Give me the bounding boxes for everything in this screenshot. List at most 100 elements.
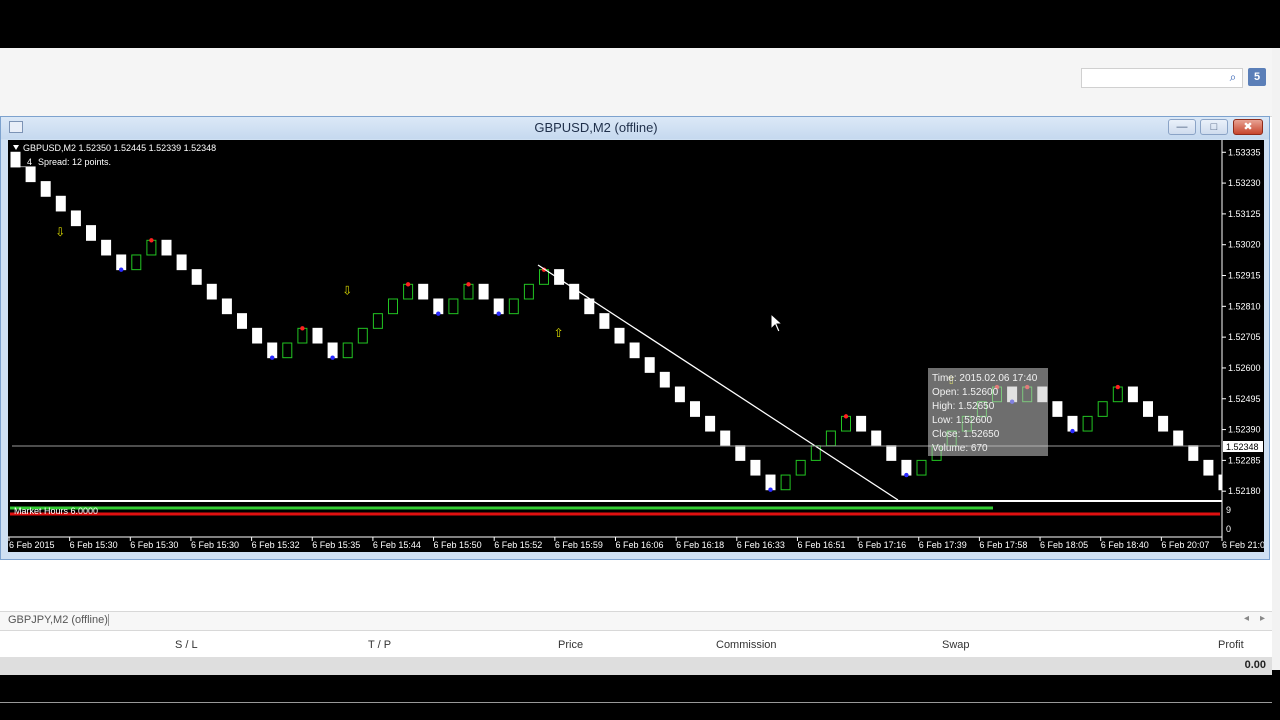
renko-brick-down: [720, 430, 731, 447]
scroll-right-icon[interactable]: ▸: [1260, 613, 1265, 624]
renko-brick-down: [176, 254, 187, 271]
renko-brick-down: [1067, 415, 1078, 432]
renko-brick-down: [267, 342, 278, 359]
renko-brick-down: [886, 445, 897, 461]
renko-brick-down: [206, 283, 217, 300]
renko-brick-down: [1173, 430, 1184, 447]
time-tick-label: 6 Feb 18:40: [1101, 540, 1149, 550]
time-tick-label: 6 Feb 16:18: [676, 540, 724, 550]
symbol-header: GBPUSD,M2 1.52350 1.52445 1.52339 1.5234…: [23, 143, 216, 153]
column-sl[interactable]: S / L: [175, 639, 198, 651]
swing-low-marker: [436, 311, 441, 316]
time-tick-label: 6 Feb 15:32: [252, 540, 300, 550]
renko-brick-down: [705, 415, 716, 432]
swing-low-marker: [1070, 428, 1075, 434]
indicator-label: Market Hours 6.0000: [14, 506, 98, 516]
column-profit[interactable]: Profit: [1218, 639, 1244, 651]
renko-brick-down: [1052, 401, 1063, 417]
swing-high-marker: [466, 282, 471, 287]
price-tick-label: 1.52705: [1228, 332, 1261, 342]
renko-brick-down: [856, 415, 867, 432]
renko-brick-down: [735, 445, 746, 461]
price-tick-label: 1.52600: [1228, 363, 1261, 373]
time-tick-label: 6 Feb 15:44: [373, 540, 421, 550]
renko-brick-down: [659, 371, 670, 388]
time-tick-label: 6 Feb 17:16: [858, 540, 906, 550]
renko-brick-down: [1188, 445, 1199, 461]
search-icon[interactable]: ⌕: [1226, 70, 1240, 84]
renko-brick-down: [478, 283, 489, 300]
close-button[interactable]: ✖: [1233, 119, 1263, 135]
indicator-min: 0: [1226, 524, 1231, 534]
column-tp[interactable]: T / P: [368, 639, 391, 651]
sell-arrow-icon: ⇩: [342, 284, 352, 298]
time-tick-label: 6 Feb 17:58: [979, 540, 1027, 550]
time-tick-label: 6 Feb 16:33: [737, 540, 785, 550]
renko-brick-down: [40, 181, 51, 197]
notification-badge[interactable]: 5: [1248, 68, 1266, 86]
renko-brick-down: [1203, 459, 1214, 476]
chart-window-titlebar[interactable]: GBPUSD,M2 (offline) — □ ✖: [1, 117, 1269, 139]
renko-brick-down: [1143, 401, 1153, 417]
orders-summary-row: 0.00: [0, 657, 1272, 675]
time-tick-label: 6 Feb 15:59: [555, 540, 603, 550]
search-input[interactable]: [1081, 68, 1243, 88]
swing-high-marker: [843, 414, 849, 419]
orders-header: S / L T / P Price Commission Swap Profit: [0, 636, 1272, 656]
renko-brick-down: [493, 298, 504, 315]
total-profit: 0.00: [1244, 659, 1266, 671]
time-tick-label: 6 Feb 15:30: [130, 540, 178, 550]
renko-brick-down: [433, 298, 444, 315]
column-swap[interactable]: Swap: [942, 639, 970, 651]
renko-brick-down: [599, 313, 610, 329]
renko-brick-down: [644, 357, 655, 373]
renko-brick-down: [116, 254, 127, 271]
mouse-cursor-icon: [770, 313, 784, 333]
time-tick-label: 6 Feb 15:52: [494, 540, 542, 550]
renko-brick-down: [327, 342, 338, 359]
price-tick-label: 1.52285: [1228, 455, 1261, 465]
swing-low-marker: [496, 311, 501, 316]
renko-brick-down: [750, 459, 761, 476]
divider: [0, 702, 1272, 703]
renko-brick-down: [237, 313, 247, 329]
buy-arrow-icon: ⇧: [554, 326, 564, 340]
renko-brick-down: [674, 386, 685, 403]
time-tick-label: 6 Feb 2015: [9, 540, 55, 550]
swing-low-marker: [330, 355, 335, 360]
renko-brick-down: [614, 327, 625, 344]
time-tick-label: 6 Feb 17:39: [919, 540, 967, 550]
renko-brick-down: [55, 195, 66, 212]
minimize-button[interactable]: —: [1168, 119, 1196, 135]
renko-brick-down: [1127, 386, 1138, 403]
renko-brick-down: [901, 459, 912, 476]
sell-arrow-icon: ⇩: [55, 225, 65, 239]
time-tick-label: 6 Feb 15:30: [70, 540, 118, 550]
chart-window-title: GBPUSD,M2 (offline): [534, 120, 658, 135]
renko-brick-down: [252, 327, 263, 344]
time-tick-label: 6 Feb 15:35: [312, 540, 360, 550]
side-strip: [1272, 48, 1280, 670]
price-tick-label: 1.52180: [1228, 486, 1261, 496]
price-tick-label: 1.53125: [1228, 209, 1261, 219]
column-commission[interactable]: Commission: [716, 639, 777, 651]
price-chart[interactable]: ⇩⇩⇧⇧ GBPUSD,M2 1.52350 1.52445 1.52339 1…: [8, 140, 1264, 552]
tab-separator: [108, 614, 109, 626]
renko-brick-down: [312, 327, 323, 344]
swing-low-marker: [768, 487, 773, 492]
swing-high-marker: [149, 238, 154, 243]
chart-tabs-bar: GBPJPY,M2 (offline) ◂ ▸: [0, 611, 1272, 631]
tooltip-close: Close: 1.52650: [932, 429, 1000, 440]
time-tick-label: 6 Feb 16:51: [797, 540, 845, 550]
price-tick-label: 1.53020: [1228, 240, 1261, 250]
maximize-button[interactable]: □: [1200, 119, 1228, 135]
scroll-left-icon[interactable]: ◂: [1244, 613, 1249, 624]
swing-high-marker: [1115, 384, 1121, 390]
swing-low-marker: [119, 267, 124, 272]
column-price[interactable]: Price: [558, 639, 583, 651]
chart-tab-gbpjpy[interactable]: GBPJPY,M2 (offline): [8, 614, 108, 626]
swing-low-marker: [904, 472, 909, 478]
swing-high-marker: [300, 326, 305, 331]
toolbar: ⌕ 5: [0, 48, 1272, 117]
price-tick-label: 1.52915: [1228, 271, 1261, 281]
